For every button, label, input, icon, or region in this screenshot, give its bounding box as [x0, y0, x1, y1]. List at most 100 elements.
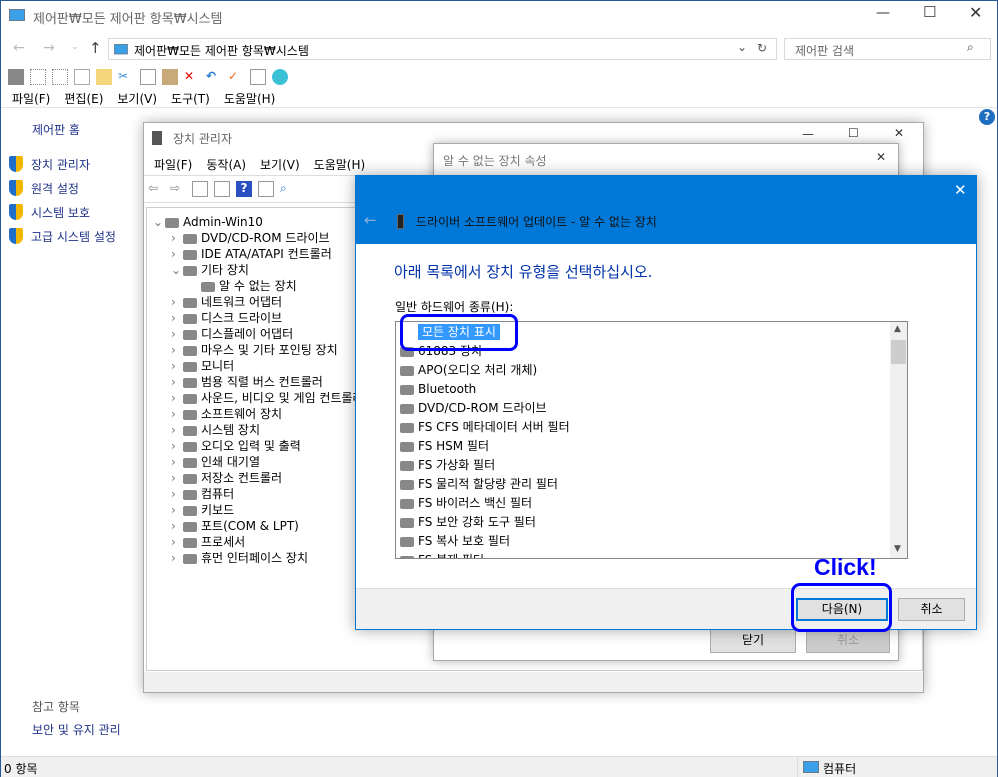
check-icon[interactable]: ✓ — [228, 69, 244, 85]
chevron-right-icon[interactable]: › — [171, 310, 183, 326]
tree-item[interactable]: ⌄ 기타 장치 — [171, 262, 249, 278]
forward-button[interactable]: → — [43, 40, 55, 56]
back-arrow-icon[interactable]: ← — [364, 211, 377, 229]
list-item[interactable]: FS 보안 강화 도구 필터 — [400, 513, 536, 532]
tree-item[interactable]: › 사운드, 비디오 및 게임 컨트롤러 — [171, 390, 364, 406]
tree-item[interactable]: 알 수 없는 장치 — [189, 278, 297, 294]
list-item[interactable]: FS HSM 필터 — [400, 437, 489, 456]
tree-item[interactable]: › 저장소 컨트롤러 — [171, 470, 282, 486]
delete-icon[interactable]: ✕ — [184, 69, 200, 85]
maximize-button[interactable]: ☐ — [848, 126, 859, 140]
chevron-down-icon[interactable]: ⌄ — [737, 40, 747, 54]
close-button[interactable]: ✕ — [894, 126, 904, 140]
chevron-right-icon[interactable]: › — [171, 454, 183, 470]
help-icon[interactable]: ? — [236, 181, 252, 197]
security-maintenance-link[interactable]: 보안 및 유지 관리 — [32, 721, 121, 738]
close-button[interactable]: ✕ — [954, 181, 967, 199]
shell-icon[interactable] — [272, 69, 288, 85]
back-icon[interactable]: ⇦ — [148, 181, 164, 197]
chevron-right-icon[interactable]: › — [171, 246, 183, 262]
recent-dropdown[interactable]: ⌄ — [71, 42, 79, 52]
menu-view[interactable]: 보기(V) — [260, 158, 300, 172]
forward-icon[interactable]: ⇨ — [170, 181, 186, 197]
list-item[interactable]: APO(오디오 처리 개체) — [400, 361, 537, 380]
scroll-up-icon[interactable]: ▲ — [894, 324, 901, 334]
chevron-right-icon[interactable]: › — [171, 294, 183, 310]
chevron-right-icon[interactable]: › — [171, 486, 183, 502]
tree-item[interactable]: › IDE ATA/ATAPI 컨트롤러 — [171, 246, 332, 262]
close-button[interactable]: ✕ — [876, 150, 886, 164]
properties-icon[interactable] — [250, 69, 266, 85]
menu-view[interactable]: 보기(V) — [117, 92, 157, 106]
page-icon[interactable] — [74, 69, 90, 85]
address-bar[interactable]: 제어판₩모든 제어판 항목₩시스템 ⌄ ↻ — [108, 38, 777, 60]
hardware-type-list[interactable]: FS 복제 필터 FS 복사 보호 필터 FS 보안 강화 도구 필터 FS 바이러스… — [395, 321, 908, 559]
tree-item[interactable]: › 키보드 — [171, 502, 234, 518]
list-item[interactable]: FS 물리적 할당량 관리 필터 — [400, 475, 558, 494]
scan-icon[interactable]: ⌕ — [280, 181, 296, 197]
cancel-button[interactable]: 취소 — [806, 629, 890, 653]
list-item[interactable]: FS CFS 메타데이터 서버 필터 — [400, 418, 570, 437]
scrollbar[interactable]: ▲ ▼ — [890, 322, 907, 558]
sidebar-item-remote[interactable]: 원격 설정 — [9, 180, 79, 199]
chevron-right-icon[interactable]: › — [171, 326, 183, 342]
menu-tools[interactable]: 도구(T) — [171, 92, 210, 106]
chevron-down-icon[interactable]: ⌄ — [171, 262, 183, 278]
chevron-right-icon[interactable]: › — [171, 438, 183, 454]
close-button[interactable]: ✕ — [969, 3, 982, 22]
maximize-button[interactable]: ☐ — [923, 3, 936, 21]
tree-item[interactable]: › DVD/CD-ROM 드라이브 — [171, 230, 330, 246]
tree-item[interactable]: › 컴퓨터 — [171, 486, 234, 502]
menu-edit[interactable]: 편집(E) — [64, 92, 103, 106]
tree-item[interactable]: › 소프트웨어 장치 — [171, 406, 282, 422]
tree-item[interactable]: › 모니터 — [171, 358, 234, 374]
pane-icon[interactable] — [8, 69, 24, 85]
view-icon[interactable] — [96, 69, 112, 85]
list-item[interactable]: Bluetooth — [400, 380, 476, 399]
paste-icon[interactable] — [162, 69, 178, 85]
chevron-right-icon[interactable]: › — [171, 230, 183, 246]
tree-item[interactable]: › 범용 직렬 버스 컨트롤러 — [171, 374, 323, 390]
chevron-right-icon[interactable]: › — [171, 358, 183, 374]
tree-item[interactable]: › 인쇄 대기열 — [171, 454, 260, 470]
chevron-right-icon[interactable]: › — [171, 518, 183, 534]
menu-help[interactable]: 도움말(H) — [224, 92, 276, 106]
refresh-icon[interactable]: ↻ — [757, 41, 767, 55]
tree-item[interactable]: › 디스크 드라이브 — [171, 310, 282, 326]
chevron-right-icon[interactable]: › — [171, 422, 183, 438]
back-button[interactable]: ← — [13, 40, 25, 56]
cancel-button[interactable]: 취소 — [898, 598, 965, 621]
tree-item[interactable]: › 오디오 입력 및 출력 — [171, 438, 301, 454]
tree-item[interactable]: › 네트워크 어댑터 — [171, 294, 282, 310]
menu-help[interactable]: 도움말(H) — [314, 158, 366, 172]
help-icon[interactable]: ? — [979, 109, 995, 125]
list-item[interactable]: FS 복제 필터 — [400, 551, 484, 558]
chevron-right-icon[interactable]: › — [171, 374, 183, 390]
properties-icon[interactable] — [214, 181, 230, 197]
tree-item[interactable]: › 휴먼 인터페이스 장치 — [171, 550, 308, 566]
list-icon[interactable] — [52, 69, 68, 85]
copy-icon[interactable] — [140, 69, 156, 85]
menu-action[interactable]: 동작(A) — [206, 158, 246, 172]
details-icon[interactable] — [30, 69, 46, 85]
tree-item[interactable]: › 시스템 장치 — [171, 422, 260, 438]
close-dialog-button[interactable]: 닫기 — [710, 629, 796, 653]
chevron-down-icon[interactable]: ⌄ — [153, 214, 165, 230]
minimize-button[interactable]: — — [802, 127, 814, 141]
search-input[interactable]: 제어판 검색 ⌕ — [784, 38, 991, 60]
chevron-right-icon[interactable]: › — [171, 534, 183, 550]
sidebar-home-link[interactable]: 제어판 홈 — [32, 121, 80, 138]
chevron-right-icon[interactable]: › — [171, 470, 183, 486]
chevron-right-icon[interactable]: › — [171, 406, 183, 422]
minimize-button[interactable]: — — [876, 5, 890, 21]
show-hide-icon[interactable] — [192, 181, 208, 197]
tree-item[interactable]: › 포트(COM & LPT) — [171, 518, 299, 534]
tree-item[interactable]: › 마우스 및 기타 포인팅 장치 — [171, 342, 338, 358]
sidebar-item-protection[interactable]: 시스템 보호 — [9, 204, 90, 223]
cut-icon[interactable]: ✂ — [118, 69, 134, 85]
chevron-right-icon[interactable]: › — [171, 342, 183, 358]
tree-item[interactable]: › 디스플레이 어댑터 — [171, 326, 293, 342]
list-item[interactable]: DVD/CD-ROM 드라이브 — [400, 399, 547, 418]
menu-file[interactable]: 파일(F) — [12, 92, 50, 106]
sidebar-item-device-manager[interactable]: 장치 관리자 — [9, 156, 90, 175]
